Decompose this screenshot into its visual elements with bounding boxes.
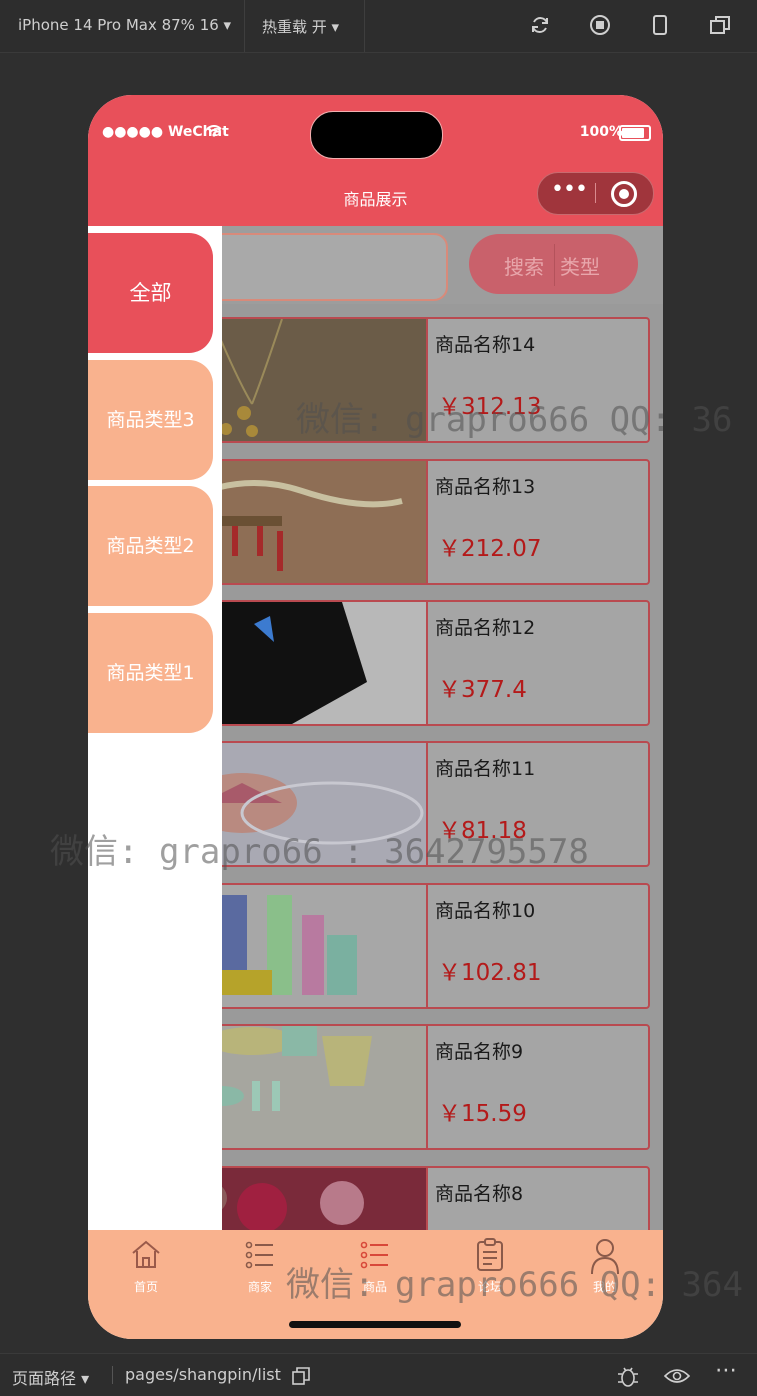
- tab-label: 首页: [133, 1280, 158, 1294]
- product-name: 商品名称10: [435, 900, 536, 922]
- rotate-icon[interactable]: [529, 14, 551, 36]
- category-item-all[interactable]: 全部: [88, 233, 213, 353]
- tab-label: 商家: [247, 1280, 272, 1294]
- type-button[interactable]: 类型: [560, 251, 600, 280]
- bug-icon[interactable]: [616, 1364, 640, 1388]
- devtools-bottom-bar: 页面路径 ▾ pages/shangpin/list ⋯: [0, 1353, 757, 1396]
- phone-frame: ●●●●● WeChat 100% 商品展示 ••• 搜索 类型 商品名称14 …: [88, 95, 663, 1339]
- watermark: 微信: grapro66 : 3642795578: [50, 832, 589, 872]
- product-card[interactable]: 商品名称9 ￥15.59: [180, 1024, 650, 1150]
- tab-merchants[interactable]: 商家: [230, 1238, 290, 1298]
- eye-icon[interactable]: [664, 1366, 690, 1386]
- home-indicator: [289, 1321, 461, 1328]
- more-options-icon[interactable]: ⋯: [715, 1358, 737, 1383]
- watermark: 微信: grapro666 QQ: 36: [296, 400, 733, 440]
- wifi-icon: [206, 125, 222, 137]
- toolbar-divider: [244, 0, 245, 52]
- product-name: 商品名称12: [435, 617, 536, 639]
- device-selector[interactable]: iPhone 14 Pro Max 87% 16 ▾: [18, 16, 231, 34]
- product-card[interactable]: 商品名称13 ￥212.07: [180, 459, 650, 585]
- stop-icon[interactable]: [589, 14, 611, 36]
- product-name: 商品名称9: [435, 1041, 524, 1063]
- window-icon[interactable]: [709, 14, 731, 36]
- category-item[interactable]: 商品类型1: [88, 613, 213, 733]
- tab-home[interactable]: 首页: [116, 1238, 176, 1298]
- category-item[interactable]: 商品类型3: [88, 360, 213, 480]
- image-border: [426, 1168, 428, 1230]
- product-name: 商品名称8: [435, 1183, 524, 1205]
- image-border: [426, 602, 428, 724]
- product-price: ￥377.4: [438, 677, 527, 703]
- search-button-group: 搜索 类型: [469, 234, 638, 294]
- image-border: [426, 461, 428, 583]
- search-button[interactable]: 搜索: [504, 251, 544, 280]
- hot-reload-toggle[interactable]: 热重载 开 ▾: [262, 16, 339, 37]
- product-price: ￥102.81: [438, 960, 542, 986]
- product-card[interactable]: 商品名称12 ￥377.4: [180, 600, 650, 726]
- close-target-icon[interactable]: [611, 181, 637, 207]
- product-name: 商品名称14: [435, 334, 536, 356]
- bottom-divider: [112, 1366, 113, 1384]
- toolbar-divider: [364, 0, 365, 52]
- capsule-divider: [595, 183, 596, 203]
- search-button-divider: [554, 244, 555, 286]
- copy-icon[interactable]: [292, 1367, 310, 1385]
- product-card[interactable]: 商品名称8: [180, 1166, 650, 1230]
- product-price: ￥15.59: [438, 1101, 527, 1127]
- product-card[interactable]: 商品名称10 ￥102.81: [180, 883, 650, 1009]
- list-icon: [245, 1241, 273, 1269]
- mini-program-capsule: •••: [537, 172, 654, 215]
- page-path: pages/shangpin/list: [125, 1365, 281, 1384]
- category-item[interactable]: 商品类型2: [88, 486, 213, 606]
- status-bar: ●●●●● WeChat 100%: [88, 95, 663, 167]
- image-border: [426, 1026, 428, 1148]
- page-path-selector[interactable]: 页面路径 ▾: [12, 1365, 89, 1389]
- product-price: ￥212.07: [438, 536, 542, 562]
- navigation-bar: 商品展示 •••: [88, 167, 663, 226]
- devtools-toolbar: iPhone 14 Pro Max 87% 16 ▾ 热重载 开 ▾: [0, 0, 757, 53]
- battery-icon: [619, 125, 651, 141]
- more-icon[interactable]: •••: [551, 177, 588, 202]
- battery-percent: 100%: [579, 124, 623, 140]
- category-drawer: 全部 商品类型3 商品类型2 商品类型1: [88, 226, 222, 1230]
- product-name: 商品名称11: [435, 758, 536, 780]
- dynamic-island: [310, 111, 443, 159]
- phone-icon[interactable]: [649, 14, 671, 36]
- home-icon: [132, 1240, 160, 1268]
- product-name: 商品名称13: [435, 476, 536, 498]
- watermark: 微信: grapro666 QQ: 364: [286, 1265, 743, 1305]
- image-border: [426, 885, 428, 1007]
